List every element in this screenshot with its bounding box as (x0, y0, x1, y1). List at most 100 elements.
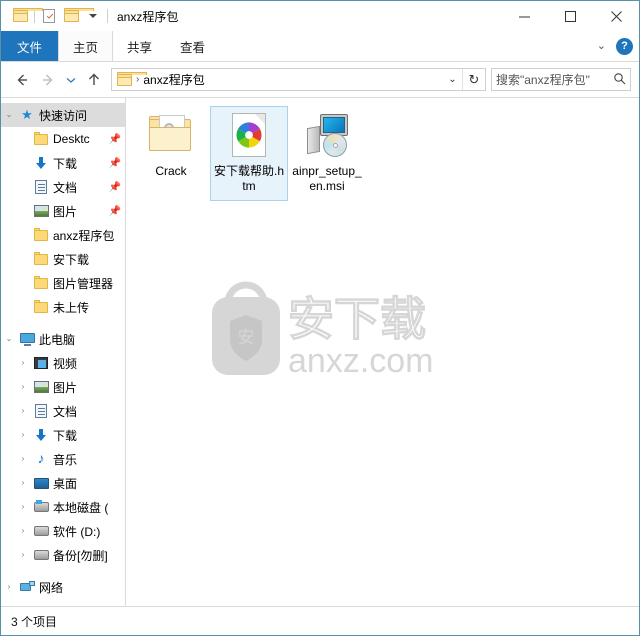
sidebar-item-picture-manager[interactable]: 图片管理器 (1, 271, 125, 295)
sidebar-item-label: 图片 (53, 380, 78, 395)
sidebar-item-anxz-package[interactable]: anxz程序包 (1, 223, 125, 247)
sidebar-item-anxiazai[interactable]: 安下载 (1, 247, 125, 271)
search-box[interactable]: 搜索"anxz程序包" (491, 68, 631, 91)
pin-icon: 📌 (108, 205, 121, 217)
tab-share[interactable]: 共享 (113, 31, 166, 61)
forward-arrow-icon (43, 74, 53, 85)
properties-icon (43, 9, 55, 23)
folder-icon (31, 228, 51, 241)
sidebar-item-not-uploaded[interactable]: 未上传 (1, 295, 125, 319)
expander-icon[interactable]: › (15, 431, 31, 439)
pin-icon: 📌 (108, 181, 121, 193)
sidebar-item-label: 安下载 (53, 252, 90, 267)
chevron-down-icon (66, 77, 76, 83)
file-item-crack[interactable]: Crack (132, 106, 210, 201)
watermark-brand-url: anxz.com (288, 342, 434, 380)
sidebar-item-videos[interactable]: › 视频 (1, 351, 125, 375)
file-name-label: 安下载帮助.htm (213, 164, 284, 193)
expander-icon[interactable]: › (15, 407, 31, 415)
sidebar-item-downloads[interactable]: 下载 📌 (1, 151, 125, 175)
sidebar-item-label: 本地磁盘 ( (53, 500, 109, 515)
sidebar-item-label: 视频 (53, 356, 78, 371)
sidebar-item-label: 下载 (53, 156, 78, 171)
maximize-button[interactable] (547, 1, 593, 31)
back-button[interactable] (9, 67, 35, 93)
address-bar: › anxz程序包 ⌄ ↻ 搜索"anxz程序包" (1, 62, 639, 97)
forward-button[interactable] (35, 67, 61, 93)
sidebar-item-desktop-pc[interactable]: › 桌面 (1, 471, 125, 495)
up-button[interactable] (81, 67, 107, 93)
sidebar-item-quick-access[interactable]: ⌄ ★ 快速访问 (1, 103, 125, 127)
watermark-graphic: 安 安下载 anxz.com (212, 281, 434, 380)
refresh-button[interactable]: ↻ (462, 69, 485, 90)
expander-icon[interactable]: › (15, 527, 31, 535)
this-pc-icon (17, 332, 37, 346)
sidebar-item-label: 音乐 (53, 452, 78, 467)
sidebar-item-label: 图片 (53, 204, 78, 219)
downloads-icon (31, 156, 51, 170)
pictures-icon (31, 381, 51, 393)
qat-new-folder-icon[interactable] (60, 5, 94, 27)
expander-icon[interactable]: › (15, 383, 31, 391)
tab-home[interactable]: 主页 (58, 31, 114, 61)
file-list-pane[interactable]: Crack 安下载帮助.htm ainpr_setup_en.msi 安 安下载… (126, 98, 639, 606)
address-dropdown-button[interactable]: ⌄ (443, 69, 462, 90)
desktop-icon (31, 477, 51, 489)
tab-view[interactable]: 查看 (166, 31, 219, 61)
sidebar-item-music[interactable]: › ♪ 音乐 (1, 447, 125, 471)
file-item-htm[interactable]: 安下载帮助.htm (210, 106, 288, 201)
sidebar-item-label: 网络 (39, 580, 64, 595)
address-input[interactable]: › anxz程序包 ⌄ ↻ (111, 68, 486, 91)
sidebar-item-pictures[interactable]: 图片 📌 (1, 199, 125, 223)
documents-icon (31, 404, 51, 418)
expander-icon[interactable]: ⌄ (1, 335, 17, 343)
sidebar-item-downloads-pc[interactable]: › 下载 (1, 423, 125, 447)
sidebar-item-label: 备份[勿删] (53, 548, 108, 563)
sidebar-item-documents[interactable]: 文档 📌 (1, 175, 125, 199)
pin-icon: 📌 (108, 157, 121, 169)
sidebar-item-network[interactable]: › 网络 (1, 575, 125, 599)
sidebar-item-documents-pc[interactable]: › 文档 (1, 399, 125, 423)
help-button[interactable]: ? (616, 37, 633, 55)
file-name-label: ainpr_setup_en.msi (292, 164, 362, 193)
star-pin-icon: ★ (21, 107, 33, 122)
close-icon (610, 10, 622, 22)
breadcrumb[interactable]: › anxz程序包 (112, 71, 443, 88)
qat-divider-1 (34, 9, 35, 23)
qat-divider-2 (107, 9, 108, 23)
file-item-msi[interactable]: ainpr_setup_en.msi (288, 106, 366, 201)
search-input[interactable]: 搜索"anxz程序包" (496, 71, 612, 88)
sidebar-item-pictures-pc[interactable]: › 图片 (1, 375, 125, 399)
breadcrumb-current-path: anxz程序包 (143, 73, 205, 87)
sidebar-item-label: 软件 (D:) (53, 524, 101, 539)
sidebar-item-backup-drive[interactable]: › 备份[勿删] (1, 543, 125, 567)
sidebar-item-desktop[interactable]: Desktc 📌 (1, 127, 125, 151)
folder-with-gears-icon (147, 111, 195, 159)
sidebar-item-local-disk[interactable]: › 本地磁盘 ( (1, 495, 125, 519)
expander-icon[interactable]: › (15, 479, 31, 487)
item-count-label: 3 个项目 (11, 614, 58, 629)
sidebar-item-software-drive[interactable]: › 软件 (D:) (1, 519, 125, 543)
sidebar-item-this-pc[interactable]: ⌄ 此电脑 (1, 327, 125, 351)
recent-locations-button[interactable] (61, 67, 81, 93)
address-right-buttons: ⌄ ↻ (443, 69, 485, 90)
expander-icon[interactable]: › (15, 503, 31, 511)
qat-folder-icon[interactable] (9, 5, 43, 27)
file-name-label: Crack (155, 164, 187, 178)
expander-icon[interactable]: › (15, 455, 31, 463)
ribbon-tab-bar: 文件 主页 共享 查看 ⌄ ? (1, 31, 639, 62)
explorer-window: anxz程序包 文件 主页 共享 查看 ⌄ ? › anxz程序包 ⌄ ↻ 搜索… (0, 0, 640, 636)
sidebar-item-label: 未上传 (53, 300, 90, 315)
tab-file[interactable]: 文件 (1, 31, 59, 61)
minimize-button[interactable] (501, 1, 547, 31)
expander-icon[interactable]: › (15, 551, 31, 559)
expander-icon[interactable]: › (1, 583, 17, 591)
expand-ribbon-button[interactable]: ⌄ (597, 40, 606, 52)
expander-icon[interactable]: › (15, 359, 31, 367)
close-button[interactable] (593, 1, 639, 31)
sidebar-item-label: 此电脑 (39, 332, 76, 347)
expander-icon[interactable]: ⌄ (1, 111, 17, 119)
back-arrow-icon (17, 74, 27, 85)
folder-icon (31, 132, 51, 145)
maximize-icon (564, 10, 576, 22)
